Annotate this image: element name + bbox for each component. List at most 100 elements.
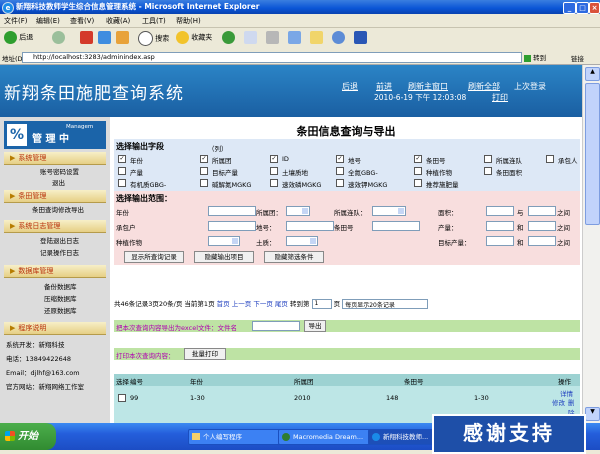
scroll-up-icon[interactable]: ▲ — [585, 67, 600, 81]
checkbox-year[interactable]: ✓ — [118, 155, 126, 163]
batch-print-button[interactable]: 批量打印 — [184, 348, 226, 360]
first-page-link[interactable]: 首页 — [217, 300, 230, 308]
menu-help[interactable]: 帮助(H) — [176, 16, 201, 26]
header-back-link[interactable]: 后退 — [342, 81, 358, 92]
last-login-link[interactable]: 上次登录 — [514, 81, 546, 92]
yield-max-input[interactable] — [528, 221, 556, 231]
home-button[interactable] — [116, 31, 129, 46]
area-max-input[interactable] — [528, 206, 556, 216]
checkbox-soil[interactable] — [270, 167, 278, 175]
address-input[interactable]: http://localhost:3283/adminindex.asp — [22, 52, 522, 63]
section-log-management[interactable]: ▶ 系统日志管理 — [4, 220, 106, 233]
checkbox-phosphorus[interactable] — [270, 179, 278, 187]
crop-select[interactable] — [208, 236, 240, 246]
section-program-info[interactable]: ▶ 程序说明 — [4, 322, 106, 335]
links-button[interactable]: 链接 — [571, 53, 584, 63]
nav-restore-db[interactable]: 还原数据库 — [44, 305, 77, 315]
area-min-input[interactable] — [486, 206, 514, 216]
checkbox-target-yield[interactable] — [200, 167, 208, 175]
messenger-button[interactable] — [332, 31, 345, 46]
close-button[interactable]: × — [589, 2, 600, 14]
menu-edit[interactable]: 编辑(E) — [36, 16, 60, 26]
print-link[interactable]: 打印 — [492, 92, 508, 103]
nav-compress-db[interactable]: 压缩数据库 — [44, 293, 77, 303]
nav-login-log[interactable]: 登陆退出日志 — [40, 235, 79, 245]
edit-button[interactable] — [288, 31, 301, 46]
menu-view[interactable]: 查看(V) — [70, 16, 94, 26]
checkbox-group[interactable]: ✓ — [200, 155, 208, 163]
scroll-thumb[interactable] — [585, 83, 600, 225]
export-button[interactable]: 导出 — [304, 320, 326, 332]
header-forward-link[interactable]: 前进 — [376, 81, 392, 92]
mail-button[interactable] — [244, 31, 257, 46]
maximize-button[interactable]: □ — [576, 2, 589, 14]
checkbox-contractor[interactable] — [546, 155, 554, 163]
yield-min-input[interactable] — [486, 221, 514, 231]
team-select[interactable] — [372, 206, 406, 216]
vertical-scrollbar[interactable]: ▲ ▼ — [582, 65, 600, 423]
checkbox-organic[interactable] — [118, 179, 126, 187]
contractor-input[interactable] — [208, 221, 256, 231]
checkbox-yield[interactable] — [118, 167, 126, 175]
discuss-button[interactable] — [310, 31, 323, 46]
row-select-checkbox[interactable] — [118, 394, 126, 402]
group-select[interactable] — [286, 206, 310, 216]
export-label: 把本次查询内容导出为excel文件：文件名 — [116, 324, 237, 332]
nav-logout[interactable]: 退出 — [52, 177, 65, 187]
section-system-management[interactable]: ▶ 系统管理 — [4, 152, 106, 165]
checkbox-potassium[interactable] — [336, 179, 344, 187]
checkbox-plot[interactable]: ✓ — [336, 155, 344, 163]
nav-account-settings[interactable]: 账号密码设置 — [40, 166, 79, 176]
year-input[interactable] — [208, 206, 256, 216]
nav-operation-log[interactable]: 记录操作日志 — [40, 247, 79, 257]
hide-filter-button[interactable]: 隐藏筛选条件 — [264, 251, 324, 263]
page-select[interactable]: 1 — [311, 299, 332, 309]
taskbar-folder[interactable]: 个人编写程序 — [188, 429, 286, 445]
menu-favorites[interactable]: 收藏(A) — [106, 16, 130, 26]
nav-field-query[interactable]: 条田查询修改导出 — [32, 204, 84, 214]
refresh-button[interactable] — [98, 31, 111, 46]
soil-select[interactable] — [286, 236, 318, 246]
refresh-main-link[interactable]: 刷新主窗口 — [408, 81, 448, 92]
research-button[interactable] — [354, 31, 367, 46]
last-page-link[interactable]: 尾页 — [275, 300, 288, 308]
taskbar-dreamweaver[interactable]: Macromedia Dream... — [278, 429, 378, 445]
menu-file[interactable]: 文件(F) — [4, 16, 28, 26]
refresh-all-link[interactable]: 刷新全部 — [468, 81, 500, 92]
field-no-input[interactable] — [372, 221, 420, 231]
print-button[interactable] — [266, 31, 279, 46]
checkbox-fertilizer[interactable] — [414, 179, 422, 187]
minimize-button[interactable]: _ — [563, 2, 576, 14]
search-button[interactable]: 搜索 — [138, 31, 169, 46]
go-button[interactable]: 转到 — [524, 52, 546, 62]
forward-button[interactable] — [52, 31, 65, 46]
stop-button[interactable] — [80, 31, 93, 46]
section-database-management[interactable]: ▶ 数据库管理 — [4, 265, 106, 278]
checkbox-nitrogen[interactable] — [336, 167, 344, 175]
target-max-input[interactable] — [528, 236, 556, 246]
nav-backup-db[interactable]: 备份数据库 — [44, 281, 77, 291]
prev-page-link[interactable]: 上一页 — [232, 300, 252, 308]
start-button[interactable]: 开始 — [0, 423, 56, 450]
per-page-select[interactable]: 每页显示20条记录 — [342, 299, 429, 309]
checkbox-area[interactable] — [484, 167, 492, 175]
hide-output-button[interactable]: 隐藏输出项目 — [194, 251, 254, 263]
plot-input[interactable] — [286, 221, 334, 231]
back-button[interactable]: 后退 — [4, 31, 33, 46]
target-min-input[interactable] — [486, 236, 514, 246]
go-arrow-icon — [524, 54, 531, 62]
section-field-management[interactable]: ▶ 条田管理 — [4, 190, 106, 203]
checkbox-field-no[interactable]: ✓ — [414, 155, 422, 163]
edit-link[interactable]: 修改 — [552, 397, 565, 407]
favorites-button[interactable]: 收藏夹 — [176, 31, 212, 46]
checkbox-team[interactable] — [484, 155, 492, 163]
checkbox-id[interactable]: ✓ — [270, 155, 278, 163]
menu-tools[interactable]: 工具(T) — [142, 16, 166, 26]
scroll-down-icon[interactable]: ▼ — [585, 407, 600, 421]
media-button[interactable] — [222, 31, 235, 46]
checkbox-alkali-n[interactable] — [200, 179, 208, 187]
export-filename-input[interactable] — [252, 321, 300, 331]
next-page-link[interactable]: 下一页 — [253, 300, 273, 308]
show-records-button[interactable]: 显示所查询记录 — [124, 251, 184, 263]
checkbox-crop[interactable] — [414, 167, 422, 175]
